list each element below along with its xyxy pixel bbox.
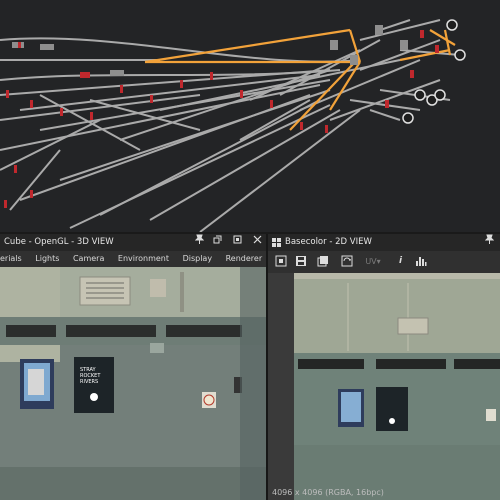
menu-lights[interactable]: Lights: [35, 251, 59, 267]
node-graph[interactable]: [0, 0, 500, 232]
view3d-menubar: erials Lights Camera Environment Display…: [0, 251, 266, 267]
uv-dropdown[interactable]: UV▾: [362, 255, 384, 268]
graph-nodes: [4, 25, 439, 208]
view2d-panel: Basecolor - 2D VIEW UV▾ i 4096 x 4096 (R…: [268, 234, 500, 500]
view2d-viewport[interactable]: [268, 273, 500, 500]
close-icon[interactable]: [250, 234, 264, 251]
view2d-title: Basecolor - 2D VIEW: [285, 237, 372, 247]
histogram-icon[interactable]: [414, 255, 427, 268]
float-icon[interactable]: [210, 234, 224, 251]
pin-icon[interactable]: [192, 234, 206, 251]
view3d-titlebar: Cube - OpenGL - 3D VIEW: [0, 234, 266, 251]
maximize-icon[interactable]: [230, 234, 244, 251]
menu-renderer[interactable]: Renderer: [226, 251, 263, 267]
copy-icon[interactable]: [316, 255, 329, 268]
menu-camera[interactable]: Camera: [73, 251, 104, 267]
pin-icon-2d[interactable]: [482, 234, 496, 251]
info-icon[interactable]: i: [394, 255, 407, 268]
fit-view-icon[interactable]: [274, 255, 287, 268]
view3d-title: Cube - OpenGL - 3D VIEW: [4, 237, 114, 247]
view3d-panel: Cube - OpenGL - 3D VIEW erials Lights Ca…: [0, 234, 266, 500]
uv-label: UV: [365, 257, 377, 266]
menu-materials[interactable]: erials: [0, 251, 22, 267]
view2d-titlebar: Basecolor - 2D VIEW: [268, 234, 500, 251]
view2d-grid-icon: [272, 237, 281, 247]
texture-info: 4096 x 4096 (RGBA, 16bpc): [272, 488, 384, 497]
basecolor-texture: [268, 273, 500, 500]
menu-display[interactable]: Display: [183, 251, 213, 267]
graph-links-svg: [0, 19, 466, 232]
view3d-viewport[interactable]: STRAY ROCKET RIVERS: [0, 267, 266, 500]
poster-text-3: RIVERS: [80, 379, 98, 385]
chevron-down-icon: ▾: [376, 257, 381, 266]
menu-environment[interactable]: Environment: [118, 251, 169, 267]
refresh-icon[interactable]: [340, 255, 353, 268]
save-icon[interactable]: [294, 255, 307, 268]
graph-links: [0, 19, 461, 232]
cube-render: STRAY ROCKET RIVERS: [0, 267, 266, 500]
view2d-toolbar: UV▾ i: [268, 251, 500, 273]
